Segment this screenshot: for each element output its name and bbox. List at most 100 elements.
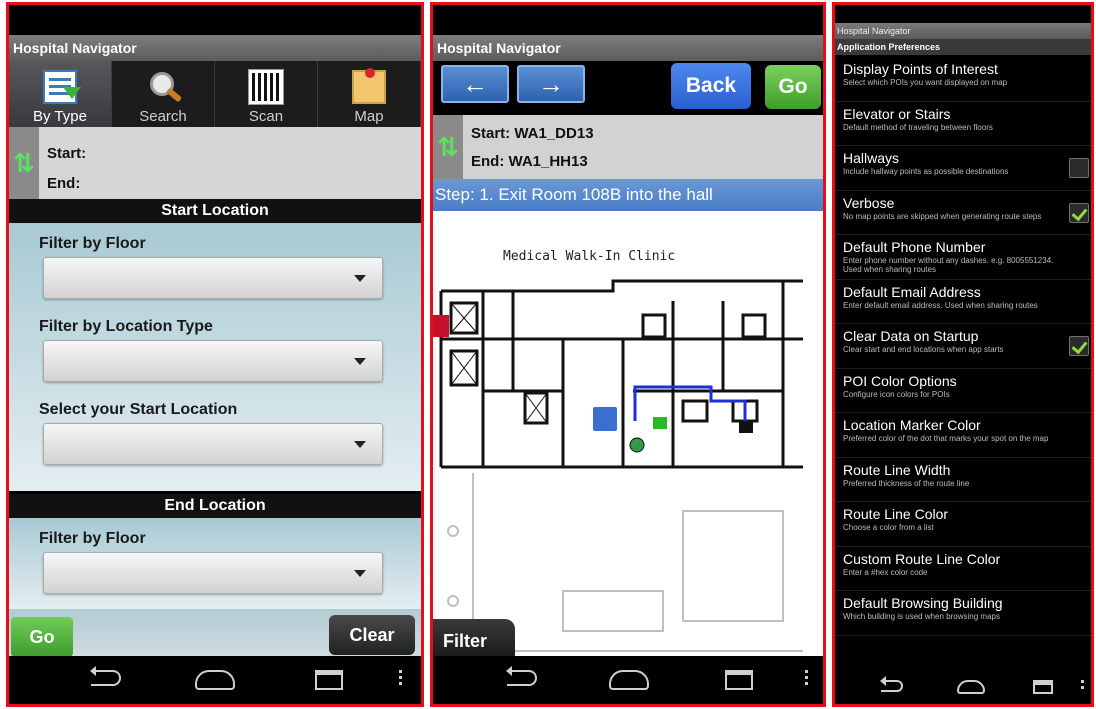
tab-label: Scan (248, 108, 284, 125)
filter-floor-label: Filter by Floor (39, 235, 146, 252)
pref-title: Default Email Address (843, 283, 981, 300)
pref-email-address[interactable]: Default Email Address Enter default emai… (835, 280, 1091, 324)
home-nav-icon[interactable] (609, 670, 649, 690)
list-download-icon (43, 70, 81, 104)
pref-title: Hallways (843, 150, 900, 166)
pref-hallways[interactable]: Hallways Include hallway points as possi… (835, 146, 1091, 191)
pref-summary: Configure icon colors for POIs (843, 389, 950, 399)
chevron-down-icon (354, 358, 366, 365)
app-title: Hospital Navigator (9, 35, 421, 61)
start-end-summary: ⇅ Start: End: (9, 127, 421, 199)
recent-apps-icon[interactable] (1033, 680, 1053, 694)
pref-summary: Enter a #hex color code (843, 567, 928, 577)
overflow-menu-icon[interactable] (805, 670, 808, 686)
pref-title: Route Line Color (843, 506, 949, 522)
pref-summary: Enter phone number without any dashes. e… (843, 256, 1054, 274)
back-nav-icon[interactable] (90, 666, 121, 686)
go-button[interactable]: Go (765, 65, 821, 109)
system-nav-bar (433, 656, 823, 704)
finder-tabs: By Type Search Scan Map (9, 61, 421, 127)
end-filter-floor-label: Filter by Floor (39, 530, 146, 547)
recent-apps-icon[interactable] (315, 670, 343, 690)
pref-summary: Default method of traveling between floo… (843, 122, 993, 132)
pref-summary: Include hallway points as possible desti… (843, 167, 1009, 176)
go-button[interactable]: Go (11, 617, 73, 657)
pref-browsing-building[interactable]: Default Browsing Building Which building… (835, 591, 1091, 636)
route-finder-screen: Hospital Navigator By Type Search Scan M… (6, 2, 424, 707)
pref-title: Clear Data on Startup (843, 328, 979, 344)
tab-label: Search (139, 108, 187, 125)
pref-summary: Choose a color from a list (843, 523, 934, 532)
home-nav-icon[interactable] (957, 680, 985, 694)
pref-summary: Preferred color of the dot that marks yo… (843, 434, 1049, 443)
back-nav-icon[interactable] (506, 666, 537, 686)
pref-title: Location Marker Color (843, 417, 981, 433)
clear-data-checkbox[interactable] (1069, 336, 1089, 356)
preferences-list: Display Points of Interest Select which … (835, 57, 1091, 636)
filter-floor-dropdown[interactable] (43, 257, 383, 299)
pref-route-width[interactable]: Route Line Width Preferred thickness of … (835, 458, 1091, 502)
chevron-down-icon (354, 275, 366, 282)
tab-search[interactable]: Search (112, 61, 215, 127)
pref-title: Verbose (843, 194, 895, 211)
recent-apps-icon[interactable] (725, 670, 753, 690)
swap-arrows-icon[interactable]: ⇅ (9, 127, 39, 199)
overflow-menu-icon[interactable] (399, 670, 402, 686)
pref-summary: Select which POIs you want displayed on … (843, 78, 1008, 87)
pref-poi-colors[interactable]: POI Color Options Configure icon colors … (835, 369, 1091, 413)
hallways-checkbox[interactable] (1069, 158, 1089, 178)
previous-step-button[interactable]: ← (441, 65, 509, 103)
pref-title: Display Points of Interest (843, 61, 998, 77)
bottom-action-bar: Go Clear (9, 609, 421, 659)
pref-display-poi[interactable]: Display Points of Interest Select which … (835, 57, 1091, 102)
pref-title: Route Line Width (843, 461, 951, 478)
pref-phone-number[interactable]: Default Phone Number Enter phone number … (835, 235, 1091, 280)
app-title: Hospital Navigator (433, 35, 823, 61)
pref-title: Custom Route Line Color (843, 550, 1001, 567)
end-filter-floor-dropdown[interactable] (43, 552, 383, 594)
pref-summary: Preferred thickness of the route line (843, 478, 970, 488)
home-nav-icon[interactable] (195, 670, 235, 690)
status-bar (9, 5, 421, 35)
status-bar (835, 5, 1091, 23)
next-step-button[interactable]: → (517, 65, 585, 103)
tab-map[interactable]: Map (318, 61, 421, 127)
arrow-right-icon: → (538, 69, 564, 99)
pref-verbose[interactable]: Verbose No map points are skipped when g… (835, 191, 1091, 235)
pref-title: Default Phone Number (843, 239, 986, 255)
tab-label: Map (354, 108, 384, 125)
route-start: Start: WA1_DD13 (471, 125, 594, 142)
back-nav-icon[interactable] (880, 676, 903, 692)
filter-location-type-label: Filter by Location Type (39, 318, 213, 335)
end-label: End: (47, 175, 81, 192)
pref-marker-color[interactable]: Location Marker Color Preferred color of… (835, 413, 1091, 458)
route-start-end: ⇅ Start: WA1_DD13 End: WA1_HH13 (433, 115, 823, 179)
floor-map[interactable]: Medical Walk-In Clinic (433, 211, 823, 669)
end-location-header: End Location (9, 494, 421, 518)
app-title: Hospital Navigator (835, 23, 1091, 39)
start-location-dropdown[interactable] (43, 423, 383, 465)
tab-by-type[interactable]: By Type (9, 61, 112, 127)
chevron-down-icon (354, 441, 366, 448)
floor-plan-drawing (433, 279, 803, 652)
pref-title: Elevator or Stairs (843, 105, 951, 122)
status-bar (433, 5, 823, 35)
map-pin-icon (352, 68, 386, 104)
verbose-checkbox[interactable] (1069, 202, 1089, 223)
tab-scan[interactable]: Scan (215, 61, 318, 127)
pref-route-color[interactable]: Route Line Color Choose a color from a l… (835, 502, 1091, 547)
pref-clear-data[interactable]: Clear Data on Startup Clear start and en… (835, 324, 1091, 369)
clear-button[interactable]: Clear (329, 615, 415, 655)
filter-location-type-dropdown[interactable] (43, 340, 383, 382)
route-map-screen: Hospital Navigator ← → Back Go ⇅ Start: … (430, 2, 826, 707)
route-end: End: WA1_HH13 (471, 153, 588, 170)
select-start-location-label: Select your Start Location (39, 401, 238, 418)
pref-elevator-stairs[interactable]: Elevator or Stairs Default method of tra… (835, 102, 1091, 146)
arrow-left-icon: ← (462, 69, 488, 99)
pref-custom-route-color[interactable]: Custom Route Line Color Enter a #hex col… (835, 547, 1091, 591)
overflow-menu-icon[interactable] (1081, 680, 1084, 692)
pref-summary: Clear start and end locations when app s… (843, 345, 1004, 354)
back-button[interactable]: Back (671, 63, 751, 109)
swap-arrows-icon[interactable]: ⇅ (433, 115, 463, 179)
pref-summary: No map points are skipped when generatin… (843, 211, 1042, 221)
